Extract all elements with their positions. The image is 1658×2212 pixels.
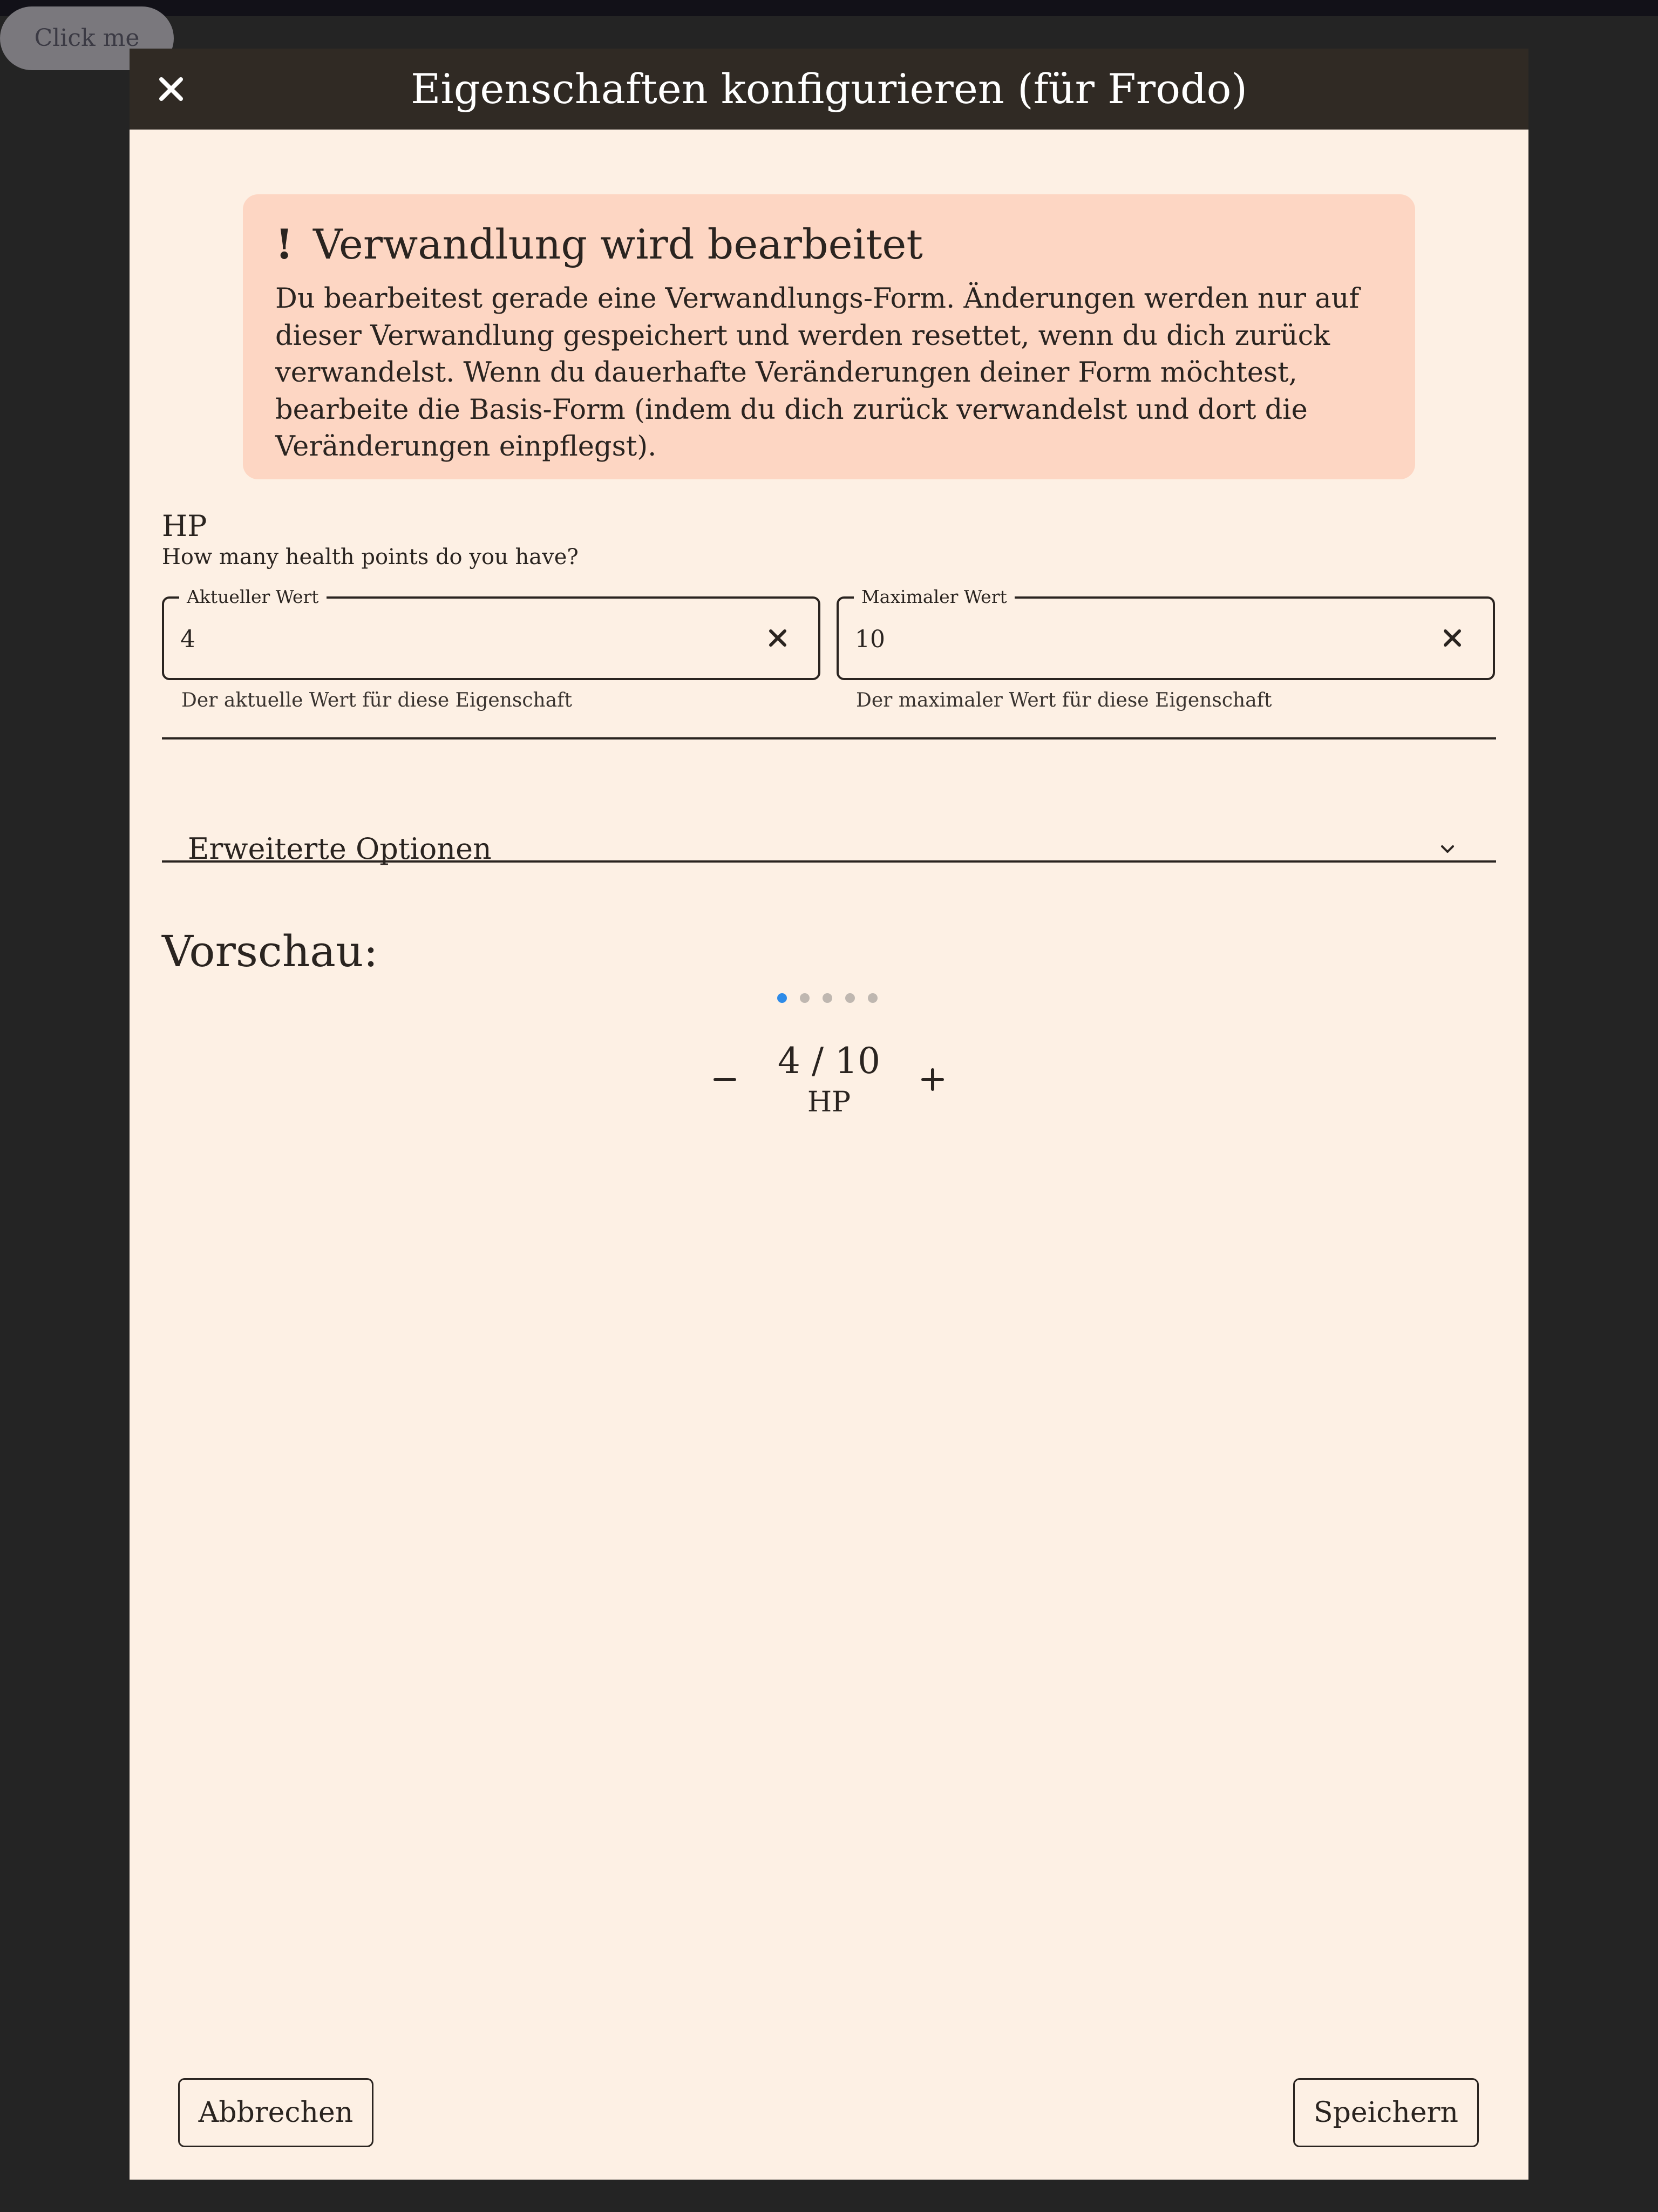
top-bar	[0, 0, 1658, 16]
pagination-dot[interactable]	[845, 993, 855, 1003]
increment-button[interactable]	[906, 1053, 960, 1107]
close-dialog-button[interactable]	[147, 65, 195, 113]
warning-title-text: Verwandlung wird bearbeitet	[313, 220, 923, 268]
pagination-dot[interactable]	[823, 993, 832, 1003]
cancel-button[interactable]: Abbrechen	[178, 2078, 373, 2147]
max-value-field: Maximaler Wert	[837, 583, 1495, 680]
current-value-label: Aktueller Wert	[179, 583, 327, 610]
advanced-options-label: Erweiterte Optionen	[188, 832, 492, 866]
current-value-helper: Der aktuelle Wert für diese Eigenschaft	[181, 689, 572, 711]
max-value-input[interactable]	[855, 620, 1395, 658]
preview-pagination	[777, 993, 907, 1009]
warning-text: Du bearbeitest gerade eine Verwandlungs-…	[275, 283, 1360, 463]
close-icon	[159, 77, 183, 101]
current-value-input[interactable]	[180, 620, 720, 658]
dialog-title: Eigenschaften konfigurieren (für Frodo)	[410, 65, 1248, 113]
transformation-warning: ! Verwandlung wird bearbeitet Du bearbeit…	[243, 194, 1415, 479]
pagination-dot[interactable]	[777, 993, 787, 1003]
preview-heading: Vorschau:	[162, 926, 378, 976]
property-name: HP	[162, 509, 207, 543]
chevron-down-icon	[1437, 838, 1458, 860]
divider	[162, 860, 1496, 863]
clear-max-value-button[interactable]	[1433, 619, 1471, 657]
close-icon	[769, 629, 786, 647]
property-description: How many health points do you have?	[162, 545, 579, 569]
plus-icon	[921, 1068, 944, 1091]
clear-current-value-button[interactable]	[759, 619, 797, 657]
minus-icon	[714, 1078, 736, 1081]
pagination-dot[interactable]	[868, 993, 878, 1003]
save-button[interactable]: Speichern	[1293, 2078, 1479, 2147]
warning-title: ! Verwandlung wird bearbeitet	[275, 215, 923, 274]
preview-value: 4 / 10	[777, 1040, 881, 1082]
exclamation-icon: !	[275, 220, 294, 268]
current-value-field: Aktueller Wert	[162, 583, 820, 680]
advanced-options-accordion[interactable]: Erweiterte Optionen	[162, 788, 1496, 910]
pagination-dot[interactable]	[800, 993, 810, 1003]
preview-unit: HP	[807, 1086, 851, 1118]
configure-properties-dialog: Eigenschaften konfigurieren (für Frodo) …	[130, 49, 1528, 2180]
close-icon	[1444, 629, 1461, 647]
decrement-button[interactable]	[698, 1053, 752, 1107]
max-value-helper: Der maximaler Wert für diese Eigenschaft	[856, 689, 1272, 711]
dialog-header: Eigenschaften konfigurieren (für Frodo)	[130, 49, 1528, 130]
max-value-label: Maximaler Wert	[854, 583, 1015, 610]
divider	[162, 737, 1496, 739]
